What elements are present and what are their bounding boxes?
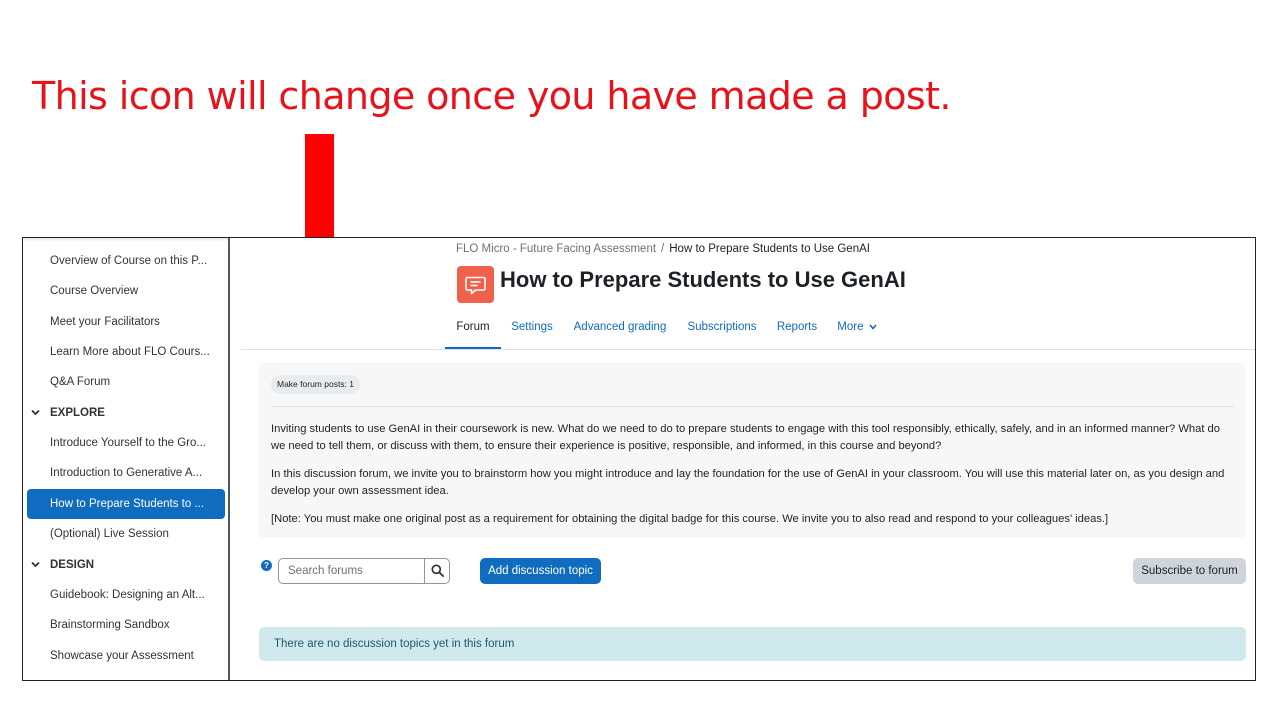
sidebar-item-brainstorming-sandbox[interactable]: Brainstorming Sandbox	[27, 610, 225, 640]
course-index-sidebar: Overview of Course on this P... Course Ov…	[23, 238, 230, 680]
chevron-down-icon	[31, 551, 50, 581]
activity-description: Make forum posts: 1 Inviting students to…	[259, 363, 1246, 538]
sidebar-item-showcase-your-assessment[interactable]: Showcase your Assessment	[27, 641, 225, 671]
sidebar-section-explore[interactable]: EXPLORE	[31, 398, 221, 428]
tab-subscriptions[interactable]: Subscriptions	[685, 313, 759, 349]
chevron-down-icon	[31, 399, 50, 429]
sidebar-item-course-overview[interactable]: Course Overview	[27, 276, 225, 306]
tab-forum[interactable]: Forum	[445, 313, 501, 349]
sidebar-section-design[interactable]: DESIGN	[31, 550, 221, 580]
tab-more[interactable]: More	[835, 313, 879, 349]
subscribe-to-forum-button[interactable]: Subscribe to forum	[1133, 558, 1246, 584]
description-paragraph: [Note: You must make one original post a…	[271, 513, 1109, 525]
tab-reports[interactable]: Reports	[775, 313, 819, 349]
breadcrumb-current: How to Prepare Students to Use GenAI	[669, 243, 870, 255]
add-discussion-topic-button[interactable]: Add discussion topic	[480, 558, 601, 584]
forum-icon	[457, 266, 494, 303]
breadcrumb: FLO Micro - Future Facing Assessment / How…	[456, 243, 870, 255]
tab-more-label: More	[837, 321, 864, 334]
description-paragraph: Inviting students to use GenAI in their …	[271, 423, 1220, 452]
tab-settings[interactable]: Settings	[508, 313, 556, 349]
sidebar-item-overview-of-course-on-this-p[interactable]: Overview of Course on this P...	[27, 246, 225, 276]
annotation-text: This icon will change once you have made…	[32, 74, 951, 118]
sidebar-item-how-to-prepare-students-to[interactable]: How to Prepare Students to ...	[27, 488, 225, 519]
breadcrumb-separator: /	[661, 243, 665, 255]
sidebar-section-label: DESIGN	[50, 558, 95, 571]
sidebar-section-label: EXPLORE	[50, 406, 105, 419]
sidebar-item-introduce-yourself-to-the-gro[interactable]: Introduce Yourself to the Gro...	[27, 428, 225, 458]
sidebar-item-meet-your-facilitators[interactable]: Meet your Facilitators	[27, 307, 225, 337]
page-title: How to Prepare Students to Use GenAI	[500, 267, 906, 292]
sidebar-item-optional-live-session[interactable]: (Optional) Live Session	[27, 519, 225, 549]
completion-badge: Make forum posts: 1	[271, 375, 361, 394]
description-divider	[271, 406, 1234, 407]
search-forums	[278, 558, 450, 584]
search-input[interactable]	[279, 559, 425, 583]
tab-advanced-grading[interactable]: Advanced grading	[572, 313, 668, 349]
tabs-divider	[241, 349, 1255, 350]
no-topics-alert: There are no discussion topics yet in th…	[259, 627, 1246, 661]
description-paragraph: In this discussion forum, we invite you …	[271, 468, 1225, 497]
search-button[interactable]	[424, 559, 449, 583]
chevron-down-icon	[869, 313, 877, 341]
sidebar-item-introduction-to-generative-a[interactable]: Introduction to Generative A...	[27, 458, 225, 488]
search-icon	[431, 564, 444, 582]
main-content: FLO Micro - Future Facing Assessment / How…	[241, 238, 1255, 680]
sidebar-item-learn-more-about-flo-cours[interactable]: Learn More about FLO Cours...	[27, 337, 225, 367]
breadcrumb-course-link[interactable]: FLO Micro - Future Facing Assessment	[456, 243, 656, 255]
question-circle-icon[interactable]: ?	[261, 560, 272, 571]
moodle-screenshot: Overview of Course on this P... Course Ov…	[22, 237, 1256, 681]
sidebar-item-q-a-forum[interactable]: Q&A Forum	[27, 367, 225, 397]
sidebar-item-guidebook-designing-an-alt[interactable]: Guidebook: Designing an Alt...	[27, 580, 225, 610]
